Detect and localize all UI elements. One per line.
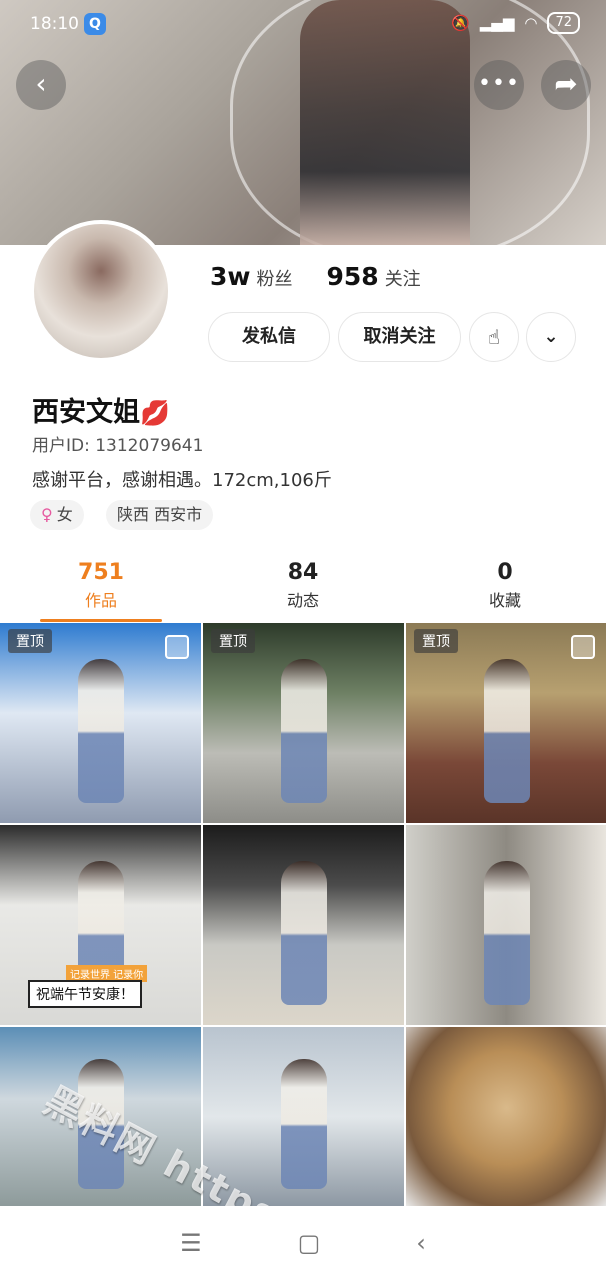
lips-icon: 💋 xyxy=(140,399,170,427)
gender-tag: ♀ 女 xyxy=(30,500,84,530)
thumbnail-figure xyxy=(77,659,124,803)
send-message-button[interactable]: 发私信 xyxy=(208,312,330,362)
thumbnail-figure xyxy=(280,861,327,1005)
gallery-icon xyxy=(165,635,189,659)
fans-label[interactable]: 粉丝 xyxy=(257,265,293,291)
video-thumbnail[interactable]: 记录世界 记录你 祝端午节安康！ xyxy=(0,825,201,1025)
video-thumbnail[interactable]: 置顶 xyxy=(203,623,404,823)
thumbnail-figure xyxy=(483,659,530,803)
status-time: 18:10 xyxy=(30,14,79,34)
unfollow-button[interactable]: 取消关注 xyxy=(338,312,461,362)
chevron-down-icon: ⌄ xyxy=(543,326,559,347)
video-thumbnail[interactable]: 置顶 xyxy=(0,623,201,823)
video-thumbnail[interactable]: 置顶 xyxy=(406,623,606,823)
thumbnail-figure xyxy=(280,659,327,803)
profile-tabs: 751 作品 84 动态 0 收藏 xyxy=(0,560,606,622)
following-count[interactable]: 958 xyxy=(327,262,379,291)
video-thumbnail[interactable] xyxy=(406,1027,606,1207)
video-thumbnail[interactable] xyxy=(203,825,404,1025)
following-label[interactable]: 关注 xyxy=(385,265,421,291)
tab-posts-label: 动态 xyxy=(286,591,319,610)
female-icon: ♀ xyxy=(41,505,53,524)
app-notification-icon: Q xyxy=(84,13,106,35)
bio: 感谢平台，感谢相遇。172cm,106斤 xyxy=(32,470,332,491)
signal-icon: ▂▄▆ xyxy=(479,14,515,32)
tab-favorites-label: 收藏 xyxy=(488,591,521,610)
fans-count[interactable]: 3w xyxy=(210,262,251,291)
tab-favorites-count: 0 xyxy=(497,560,513,585)
nav-back-icon[interactable]: ‹ xyxy=(416,1229,426,1257)
wifi-icon: ◠ xyxy=(524,14,538,32)
thumbnail-figure xyxy=(280,1059,327,1189)
user-id: 用户ID: 1312079641 xyxy=(32,436,204,456)
pinned-badge: 置顶 xyxy=(8,629,52,653)
share-button[interactable]: ➦ xyxy=(541,60,591,110)
gender-text: 女 xyxy=(56,505,73,524)
home-icon[interactable]: ▢ xyxy=(298,1229,321,1257)
battery-indicator: 72 xyxy=(547,12,580,34)
hand-pointer-icon: ☝ xyxy=(487,325,501,349)
thumbnail-figure xyxy=(483,861,530,1005)
location-tag: 陕西 西安市 xyxy=(106,500,214,530)
tab-works-count: 751 xyxy=(78,560,124,585)
menu-icon[interactable]: ☰ xyxy=(180,1229,202,1257)
status-right: 🔕 ▂▄▆ ◠ 72 xyxy=(451,12,580,34)
video-thumbnail[interactable] xyxy=(406,825,606,1025)
tab-favorites[interactable]: 0 收藏 xyxy=(404,560,606,622)
pinned-badge: 置顶 xyxy=(211,629,255,653)
touch-hand-button[interactable]: ☝ xyxy=(469,312,519,362)
back-button[interactable]: ‹ xyxy=(16,60,66,110)
tab-works-label: 作品 xyxy=(84,591,117,610)
tab-posts-count: 84 xyxy=(287,560,319,585)
tab-posts[interactable]: 84 动态 xyxy=(202,560,404,622)
expand-button[interactable]: ⌄ xyxy=(526,312,576,362)
pinned-badge: 置顶 xyxy=(414,629,458,653)
gallery-icon xyxy=(571,635,595,659)
system-nav-bar: ☰ ▢ ‹ xyxy=(0,1206,606,1280)
avatar[interactable] xyxy=(30,220,172,362)
thumbnail-caption: 祝端午节安康！ xyxy=(28,980,142,1008)
profile-name-text: 西安文姐 xyxy=(32,397,140,428)
profile-name: 西安文姐💋 xyxy=(32,390,170,429)
tab-works[interactable]: 751 作品 xyxy=(0,560,202,622)
more-options-button[interactable]: ••• xyxy=(474,60,524,110)
mute-icon: 🔕 xyxy=(451,14,470,32)
status-bar: 18:10 Q 🔕 ▂▄▆ ◠ 72 xyxy=(0,0,606,50)
stats-row: 3w 粉丝 958 关注 xyxy=(210,262,449,291)
